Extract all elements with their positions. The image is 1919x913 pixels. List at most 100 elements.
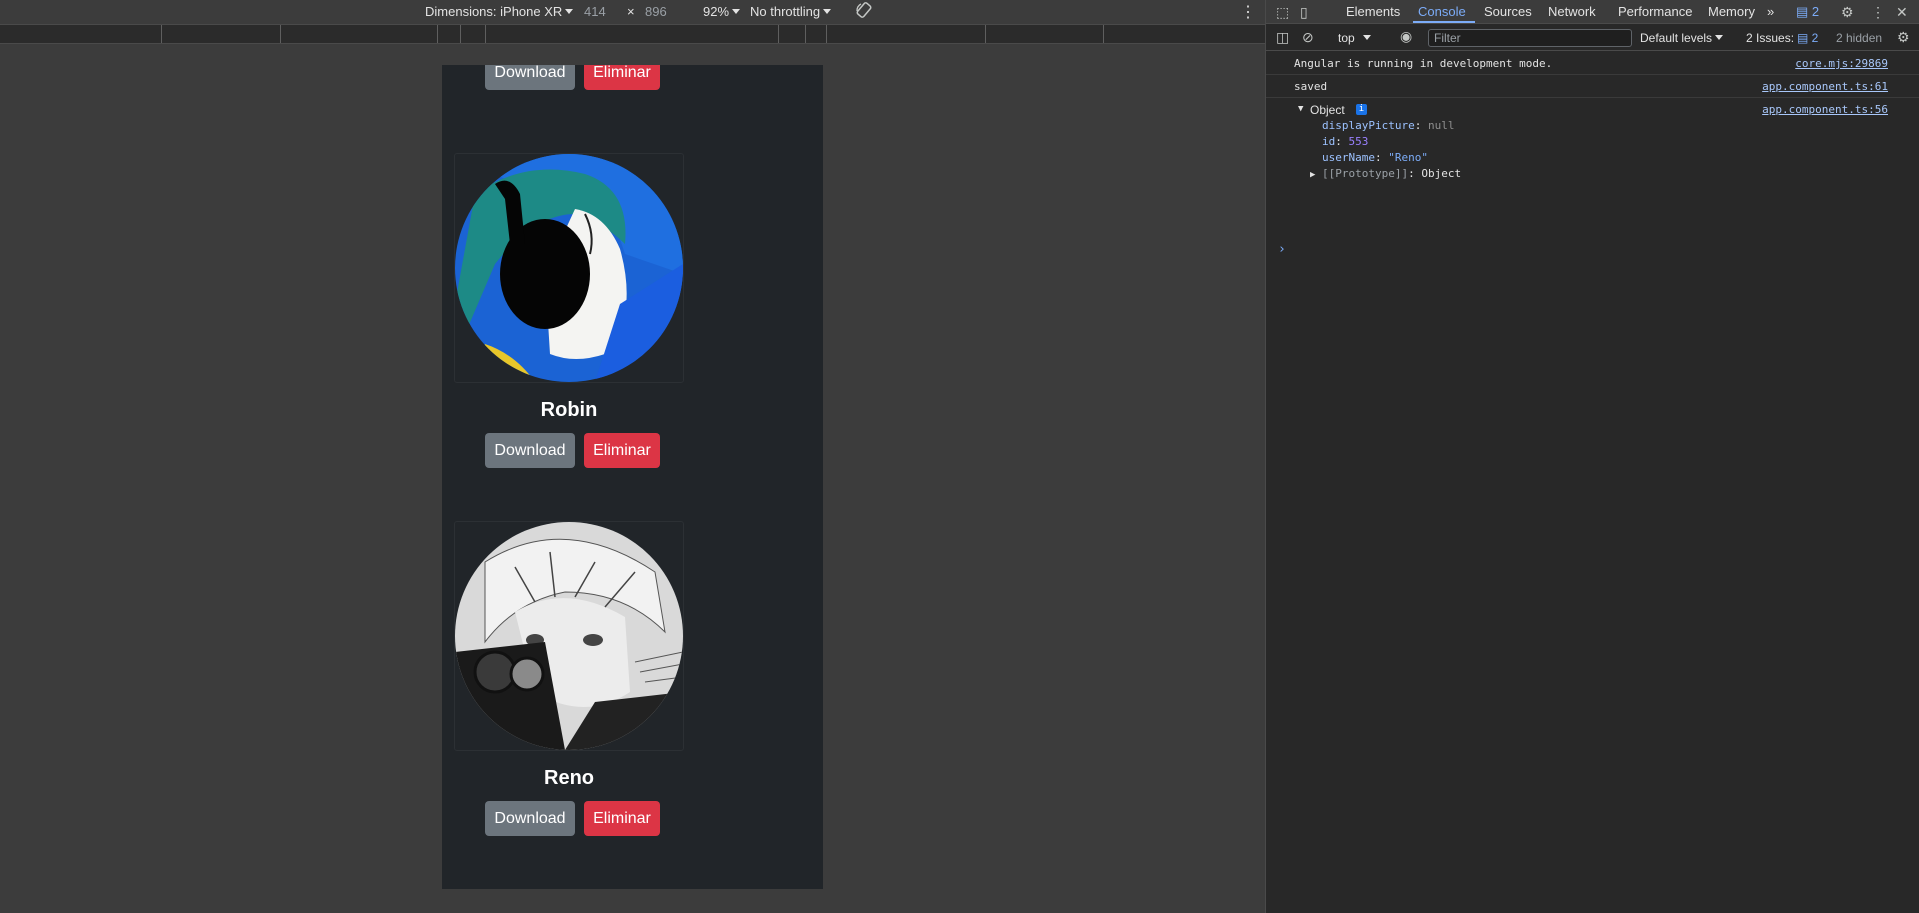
messages-count: 2: [1811, 4, 1820, 19]
property-value: "Reno": [1388, 151, 1428, 164]
object-property: id: 553: [1322, 135, 1369, 148]
download-button[interactable]: Download: [485, 65, 575, 90]
rotate-icon[interactable]: [855, 1, 873, 22]
eye-icon[interactable]: ◉: [1400, 28, 1412, 45]
media-query-ruler: [0, 24, 1265, 44]
chevron-down-icon: [732, 9, 741, 14]
object-label[interactable]: Object: [1310, 103, 1345, 117]
width-input[interactable]: 414: [584, 4, 606, 19]
download-button[interactable]: Download: [485, 801, 575, 836]
user-card: Reno Download Eliminar: [442, 521, 823, 836]
issues-count: 2: [1811, 31, 1819, 45]
tab-memory[interactable]: Memory: [1708, 4, 1755, 19]
context-label: top: [1338, 31, 1355, 45]
tab-performance[interactable]: Performance: [1618, 4, 1692, 19]
context-select[interactable]: top: [1338, 31, 1371, 45]
filter-input[interactable]: Filter: [1428, 29, 1632, 47]
tab-console[interactable]: Console: [1418, 4, 1466, 19]
delete-button[interactable]: Eliminar: [584, 433, 660, 468]
more-tabs-icon[interactable]: »: [1767, 4, 1774, 19]
devtools-panel: ⬚ ▯ Elements Console Sources Network Per…: [1265, 0, 1919, 913]
console-message: Angular is running in development mode. …: [1266, 52, 1919, 75]
phone-viewport: Download Eliminar Robin Download Elimina…: [442, 65, 823, 889]
ruler-tick: [280, 25, 281, 43]
info-icon: i: [1356, 104, 1367, 115]
tab-network[interactable]: Network: [1548, 4, 1596, 19]
close-icon[interactable]: ✕: [1896, 4, 1908, 21]
delete-button[interactable]: Eliminar: [584, 801, 660, 836]
messages-badge[interactable]: ▤ 2: [1796, 4, 1819, 20]
more-options-icon[interactable]: ⋮: [1871, 4, 1885, 21]
property-key: userName: [1322, 151, 1375, 164]
property-key: id: [1322, 135, 1336, 148]
console-output: Angular is running in development mode. …: [1266, 52, 1919, 257]
hidden-count: 2 hidden: [1836, 31, 1883, 45]
levels-label: Default levels: [1640, 31, 1713, 45]
ruler-tick: [985, 25, 986, 43]
zoom-label: 92%: [703, 4, 730, 19]
levels-select[interactable]: Default levels: [1640, 31, 1724, 45]
expand-triangle-icon[interactable]: ▶: [1310, 170, 1315, 180]
ruler-tick: [805, 25, 806, 43]
console-toolbar: ◫ ⊘ top ◉ Filter Default levels 2 Issues…: [1266, 25, 1919, 51]
prototype-row[interactable]: ▶ [[Prototype]]: Object: [1310, 167, 1461, 180]
devtools-tabbar: ⬚ ▯ Elements Console Sources Network Per…: [1266, 0, 1919, 24]
avatar: [455, 154, 683, 382]
throttling-label: No throttling: [750, 4, 821, 19]
chevron-down-icon: [823, 9, 832, 14]
active-tab-indicator: [1413, 21, 1475, 23]
ruler-tick: [826, 25, 827, 43]
chevron-down-icon: [1362, 35, 1371, 40]
device-emulation-area: Dimensions: iPhone XR 414 × 896 92% No t…: [0, 0, 1265, 913]
console-settings-icon[interactable]: ⚙: [1897, 29, 1910, 46]
issues-badge[interactable]: ▤ 2: [1797, 31, 1818, 45]
dimensions-select[interactable]: Dimensions: iPhone XR: [425, 4, 574, 19]
console-source-link[interactable]: app.component.ts:56: [1762, 103, 1888, 116]
console-source-link[interactable]: app.component.ts:61: [1762, 80, 1888, 93]
tab-sources[interactable]: Sources: [1484, 4, 1532, 19]
avatar-frame: [454, 153, 684, 383]
property-key: displayPicture: [1322, 119, 1415, 132]
ruler-tick: [161, 25, 162, 43]
console-prompt[interactable]: ›: [1278, 242, 1286, 257]
ruler-tick: [1103, 25, 1104, 43]
sidebar-toggle-icon[interactable]: ◫: [1276, 29, 1289, 46]
clear-console-icon[interactable]: ⊘: [1302, 29, 1314, 46]
ruler-tick: [460, 25, 461, 43]
delete-button[interactable]: Eliminar: [584, 65, 660, 90]
ruler-tick: [437, 25, 438, 43]
property-value: null: [1427, 119, 1455, 132]
app-root: Dimensions: iPhone XR 414 × 896 92% No t…: [0, 0, 1919, 913]
object-property: userName: "Reno": [1322, 151, 1428, 164]
throttling-select[interactable]: No throttling: [750, 4, 832, 19]
download-button[interactable]: Download: [485, 433, 575, 468]
more-options-icon[interactable]: ⋮: [1240, 2, 1256, 22]
console-message: saved app.component.ts:61: [1266, 75, 1919, 98]
ruler-tick: [778, 25, 779, 43]
height-input[interactable]: 896: [645, 4, 667, 19]
console-message-text: saved: [1294, 80, 1328, 93]
object-property: displayPicture: null: [1322, 119, 1455, 132]
zoom-select[interactable]: 92%: [703, 4, 741, 19]
chevron-down-icon: [565, 9, 574, 14]
tab-elements[interactable]: Elements: [1346, 4, 1400, 19]
user-card: Download Eliminar: [442, 65, 823, 105]
user-card: Robin Download Eliminar: [442, 153, 823, 468]
user-name: Reno: [544, 767, 594, 789]
console-message-text: Angular is running in development mode.: [1294, 57, 1553, 70]
user-name: Robin: [540, 399, 598, 421]
device-toggle-icon[interactable]: ▯: [1300, 4, 1308, 21]
property-value: 553: [1348, 135, 1369, 148]
dimensions-label: Dimensions: iPhone XR: [425, 4, 563, 19]
inspect-element-icon[interactable]: ⬚: [1276, 4, 1289, 21]
console-object: ▼ Object i app.component.ts:56 displayPi…: [1266, 98, 1919, 180]
settings-icon[interactable]: ⚙: [1841, 4, 1854, 21]
ruler-tick: [485, 25, 486, 43]
device-toolbar: Dimensions: iPhone XR 414 × 896 92% No t…: [0, 0, 1265, 24]
expand-triangle-icon[interactable]: ▼: [1298, 104, 1303, 114]
console-source-link[interactable]: core.mjs:29869: [1795, 57, 1888, 70]
chevron-down-icon: [1715, 35, 1724, 40]
prototype-value: Object: [1421, 167, 1462, 180]
issues-label[interactable]: 2 Issues:: [1746, 31, 1794, 45]
prototype-key: [[Prototype]]: [1322, 167, 1409, 180]
